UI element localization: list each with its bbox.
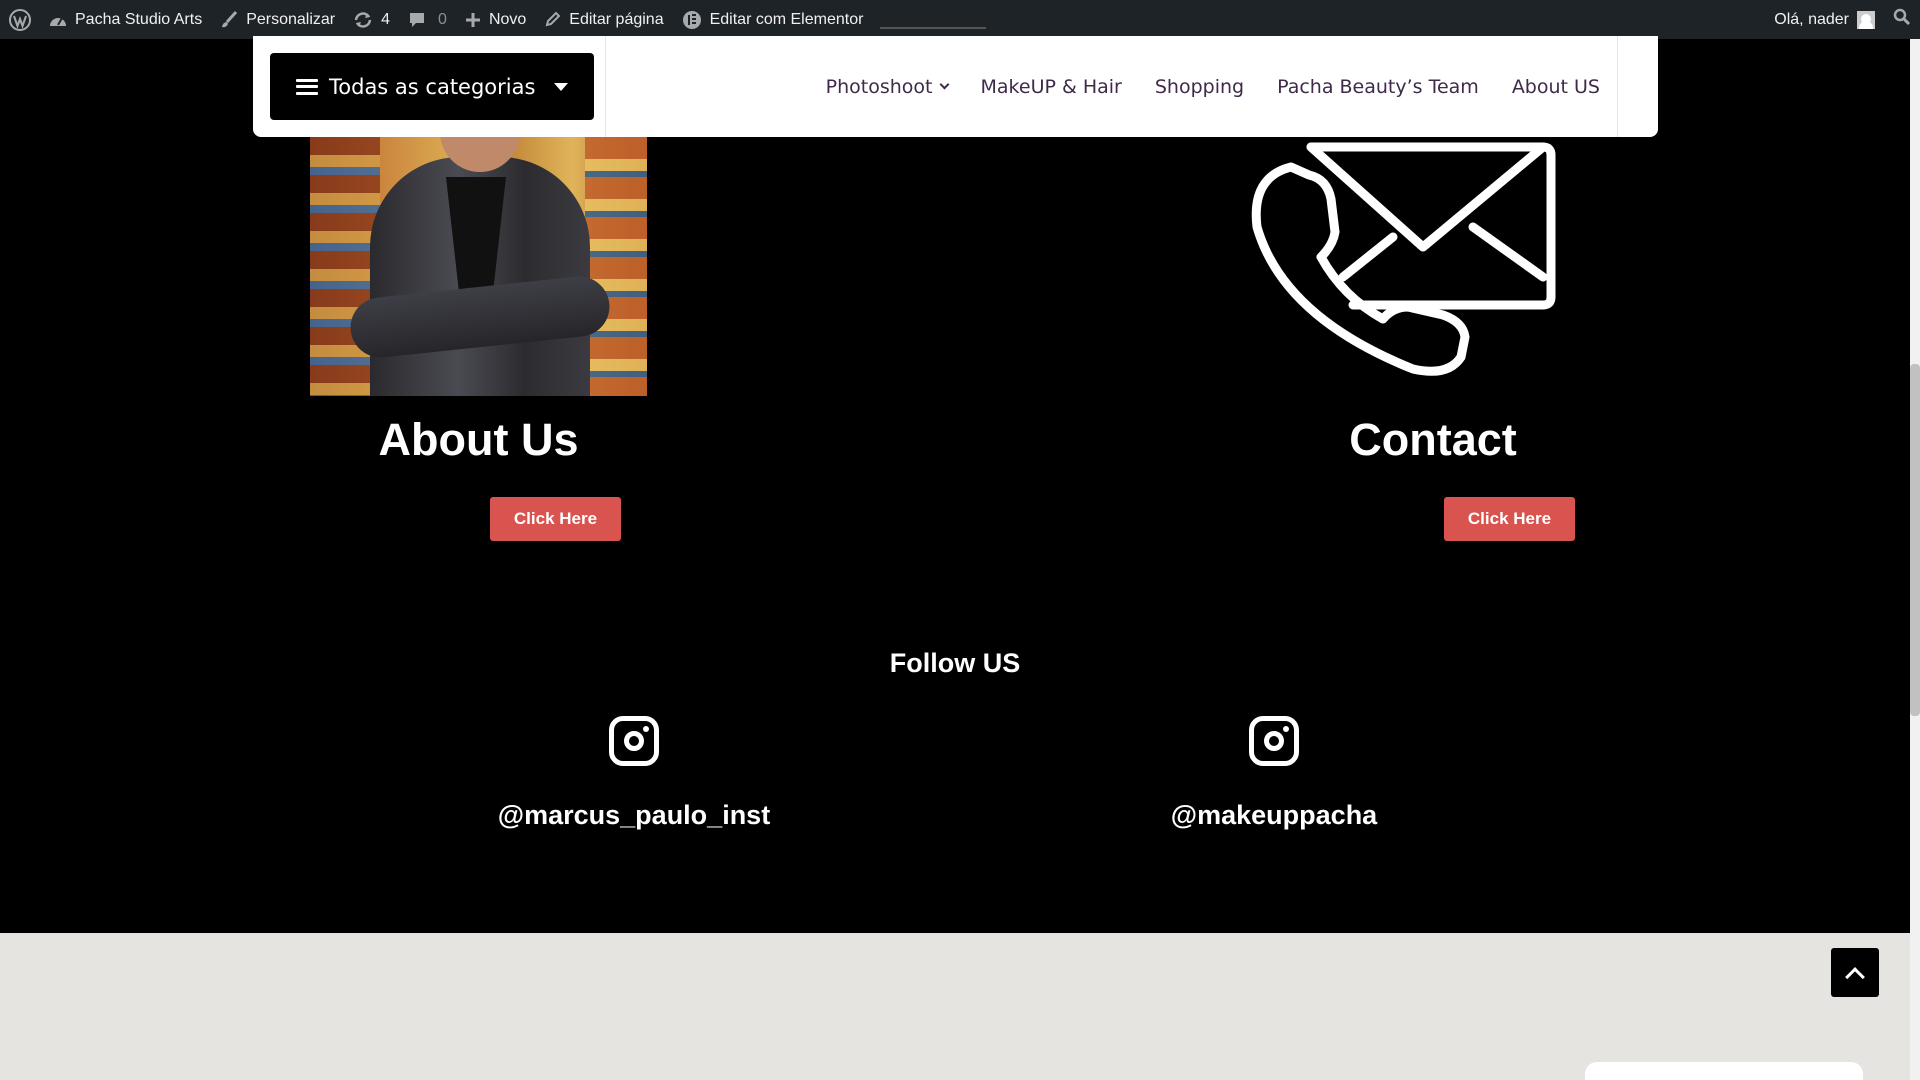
nav-item-team[interactable]: Pacha Beauty’s Team: [1277, 76, 1479, 98]
updates-link[interactable]: 4: [344, 0, 399, 39]
site-name-link[interactable]: Pacha Studio Arts: [40, 0, 211, 39]
header-divider: [1617, 36, 1618, 137]
nav-item-shopping[interactable]: Shopping: [1155, 76, 1244, 98]
updates-count: 4: [381, 10, 391, 28]
site-name-label: Pacha Studio Arts: [75, 10, 203, 28]
all-categories-label: Todas as categorias: [329, 74, 536, 99]
wp-admin-bar: Pacha Studio Arts Personalizar 4 0 Novo …: [0, 0, 1920, 39]
nav-item-about-us[interactable]: About US: [1512, 76, 1600, 98]
admin-search-button[interactable]: [1884, 0, 1920, 39]
back-to-top-button[interactable]: [1831, 948, 1879, 997]
greeting-label: Olá, nader: [1774, 10, 1849, 28]
about-click-here-button[interactable]: Click Here: [490, 497, 621, 541]
edit-page-label: Editar página: [569, 10, 664, 28]
about-heading: About Us: [378, 414, 579, 465]
nav-item-label: Photoshoot: [825, 75, 933, 98]
customize-label: Personalizar: [246, 10, 336, 28]
scrollbar-thumb[interactable]: [1910, 364, 1920, 716]
pencil-icon: [544, 11, 561, 28]
edit-elementor-link[interactable]: Editar com Elementor: [673, 0, 873, 39]
chat-widget[interactable]: [1585, 1062, 1863, 1080]
avatar: [1857, 10, 1875, 29]
about-photo: [310, 137, 647, 396]
site-header: Todas as categorias Photoshoot MakeUP & …: [253, 36, 1658, 137]
updates-icon: [353, 11, 373, 29]
dashboard-icon: [49, 12, 67, 28]
nav-item-photoshoot[interactable]: Photoshoot: [825, 75, 949, 98]
comments-count: 0: [438, 10, 447, 28]
admin-bar-placeholder: [880, 26, 987, 29]
nav-item-makeup-hair[interactable]: MakeUP & Hair: [981, 76, 1122, 98]
edit-page-link[interactable]: Editar página: [535, 0, 672, 39]
edit-elementor-label: Editar com Elementor: [709, 10, 864, 28]
all-categories-button[interactable]: Todas as categorias: [270, 53, 594, 120]
contact-click-here-button[interactable]: Click Here: [1444, 497, 1575, 541]
main-navigation: Photoshoot MakeUP & Hair Shopping Pacha …: [826, 36, 1600, 137]
account-menu[interactable]: Olá, nader: [1765, 0, 1884, 39]
brush-icon: [220, 10, 238, 29]
plus-icon: [465, 12, 481, 28]
elementor-icon: [682, 10, 702, 30]
chevron-down-icon: [939, 79, 949, 90]
instagram-handle-link[interactable]: @marcus_paulo_inst: [434, 800, 834, 831]
follow-us-heading: Follow US: [889, 648, 1021, 678]
new-content-link[interactable]: Novo: [456, 0, 535, 39]
contact-heading: Contact: [1349, 414, 1517, 465]
caret-down-icon: [554, 82, 568, 91]
header-divider: [605, 36, 606, 137]
hamburger-icon: [296, 78, 318, 95]
chevron-up-icon: [1845, 966, 1865, 987]
instagram-handle-link[interactable]: @makeuppacha: [1074, 800, 1474, 831]
footer-area: [0, 933, 1910, 1080]
wordpress-logo-icon[interactable]: [0, 0, 40, 39]
search-icon: [1893, 8, 1911, 31]
new-label: Novo: [488, 10, 527, 28]
comments-link[interactable]: 0: [399, 0, 456, 39]
customize-link[interactable]: Personalizar: [211, 0, 344, 39]
instagram-icon[interactable]: [609, 716, 659, 766]
instagram-icon[interactable]: [1249, 716, 1299, 766]
phone-envelope-icon: [1251, 142, 1556, 376]
comment-icon: [408, 11, 426, 29]
